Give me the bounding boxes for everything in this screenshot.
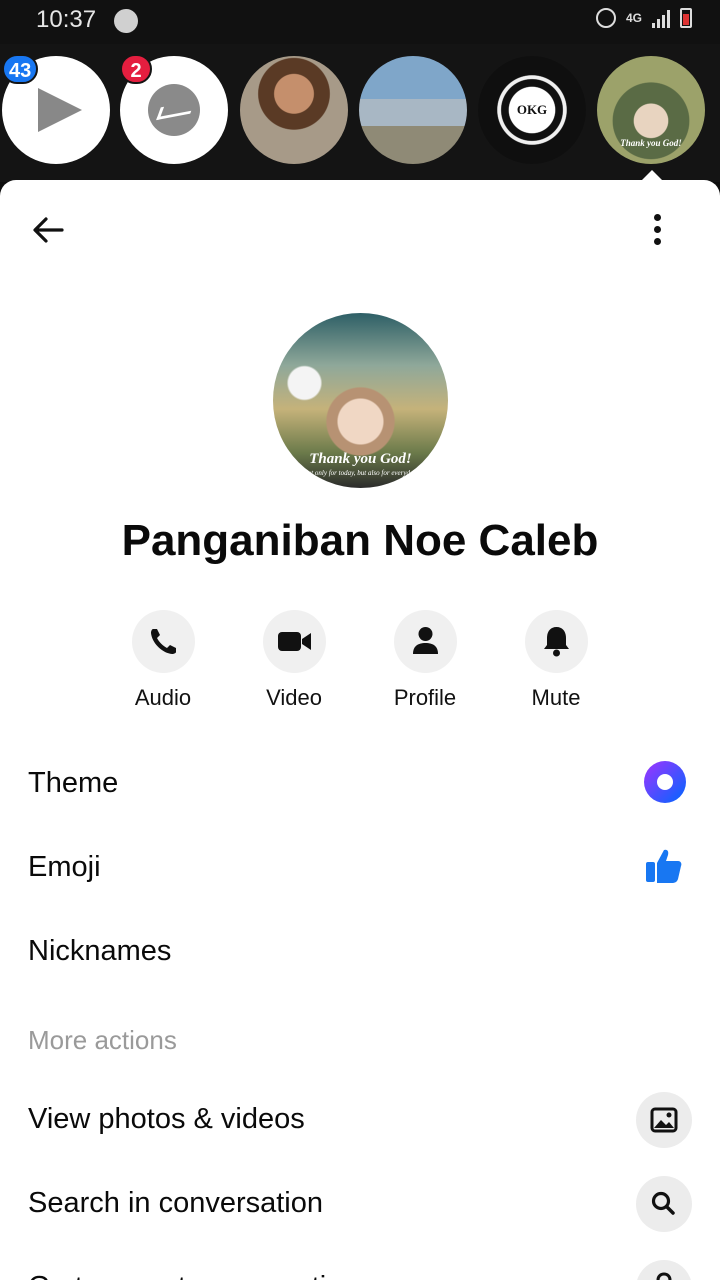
bell-icon <box>543 627 569 657</box>
theme-icon <box>644 761 686 803</box>
network-type: 4G <box>625 11 642 25</box>
action-circle <box>262 610 326 673</box>
chat-head-avatar[interactable]: OKG <box>478 56 586 164</box>
status-bar: 10:37 4G <box>0 0 720 44</box>
video-camera-icon <box>277 632 311 651</box>
more-options-button[interactable] <box>636 208 680 252</box>
unread-badge: 43 <box>2 54 39 84</box>
more-actions-heading: More actions <box>28 1025 177 1055</box>
profile-label: Profile <box>393 685 457 710</box>
person-icon <box>412 627 438 654</box>
phone-icon <box>150 629 176 654</box>
chat-heads-bar: OKG Thank you God! 43 2 <box>0 44 720 182</box>
nicknames-row[interactable]: Nicknames <box>28 922 692 982</box>
emoji-row[interactable]: Emoji <box>28 838 692 898</box>
icon-circle <box>636 1260 692 1280</box>
mute-label: Mute <box>531 685 581 710</box>
more-options-icon <box>654 238 661 245</box>
alarm-icon <box>595 8 616 28</box>
mute-button[interactable]: Mute <box>496 610 616 711</box>
lock-icon <box>656 1272 672 1280</box>
audio-label: Audio <box>134 685 192 710</box>
video-label: Video <box>266 685 322 710</box>
action-circle <box>393 610 457 673</box>
avatar-subcaption: Not only for today, but also for everyda… <box>303 469 418 477</box>
status-time: 10:37 <box>36 6 97 33</box>
more-options-icon <box>654 226 661 233</box>
theme-row[interactable]: Theme <box>28 754 692 814</box>
profile-avatar[interactable]: Thank you God! Not only for today, but a… <box>273 313 448 488</box>
search-icon <box>651 1191 675 1215</box>
theme-label: Theme <box>28 767 119 799</box>
messenger-icon <box>148 84 200 136</box>
search-conversation-label: Search in conversation <box>28 1187 323 1219</box>
secret-conversation-label: Go to secret conversation <box>28 1271 358 1280</box>
video-call-button[interactable]: Video <box>234 610 354 711</box>
search-conversation-row[interactable]: Search in conversation <box>28 1174 692 1234</box>
thumbs-up-icon <box>646 849 682 883</box>
chat-head-logo-text: OKG <box>516 102 548 117</box>
profile-button[interactable]: Profile <box>365 610 485 711</box>
avatar-caption: Thank you God! <box>309 451 412 467</box>
chat-head-caption: Thank you God! <box>620 138 682 148</box>
view-photos-row[interactable]: View photos & videos <box>28 1090 692 1150</box>
quick-actions: Audio Video Profile Mute <box>0 610 720 720</box>
more-options-icon <box>654 214 661 221</box>
nicknames-label: Nicknames <box>28 935 172 967</box>
messenger-notification-icon <box>114 9 138 33</box>
unread-badge: 2 <box>120 54 152 84</box>
conversation-details-sheet: Thank you God! Not only for today, but a… <box>0 180 720 1280</box>
secret-conversation-row[interactable]: Go to secret conversation <box>28 1258 692 1280</box>
icon-circle <box>636 1176 692 1232</box>
chat-head-avatar[interactable] <box>359 56 467 164</box>
signal-icon <box>652 8 670 28</box>
back-button[interactable] <box>28 208 72 252</box>
chat-head-avatar[interactable] <box>240 56 348 164</box>
icon-circle <box>636 1092 692 1148</box>
back-arrow-icon <box>33 217 64 243</box>
battery-icon <box>680 8 692 28</box>
action-circle <box>131 610 195 673</box>
view-photos-label: View photos & videos <box>28 1103 305 1135</box>
action-circle <box>524 610 588 673</box>
emoji-label: Emoji <box>28 851 101 883</box>
play-icon <box>38 88 82 132</box>
status-icons: 4G <box>595 8 692 28</box>
image-icon <box>650 1107 678 1133</box>
contact-name: Panganiban Noe Caleb <box>121 516 599 565</box>
audio-call-button[interactable]: Audio <box>103 610 223 711</box>
chat-head-avatar-active[interactable]: Thank you God! <box>597 56 705 164</box>
